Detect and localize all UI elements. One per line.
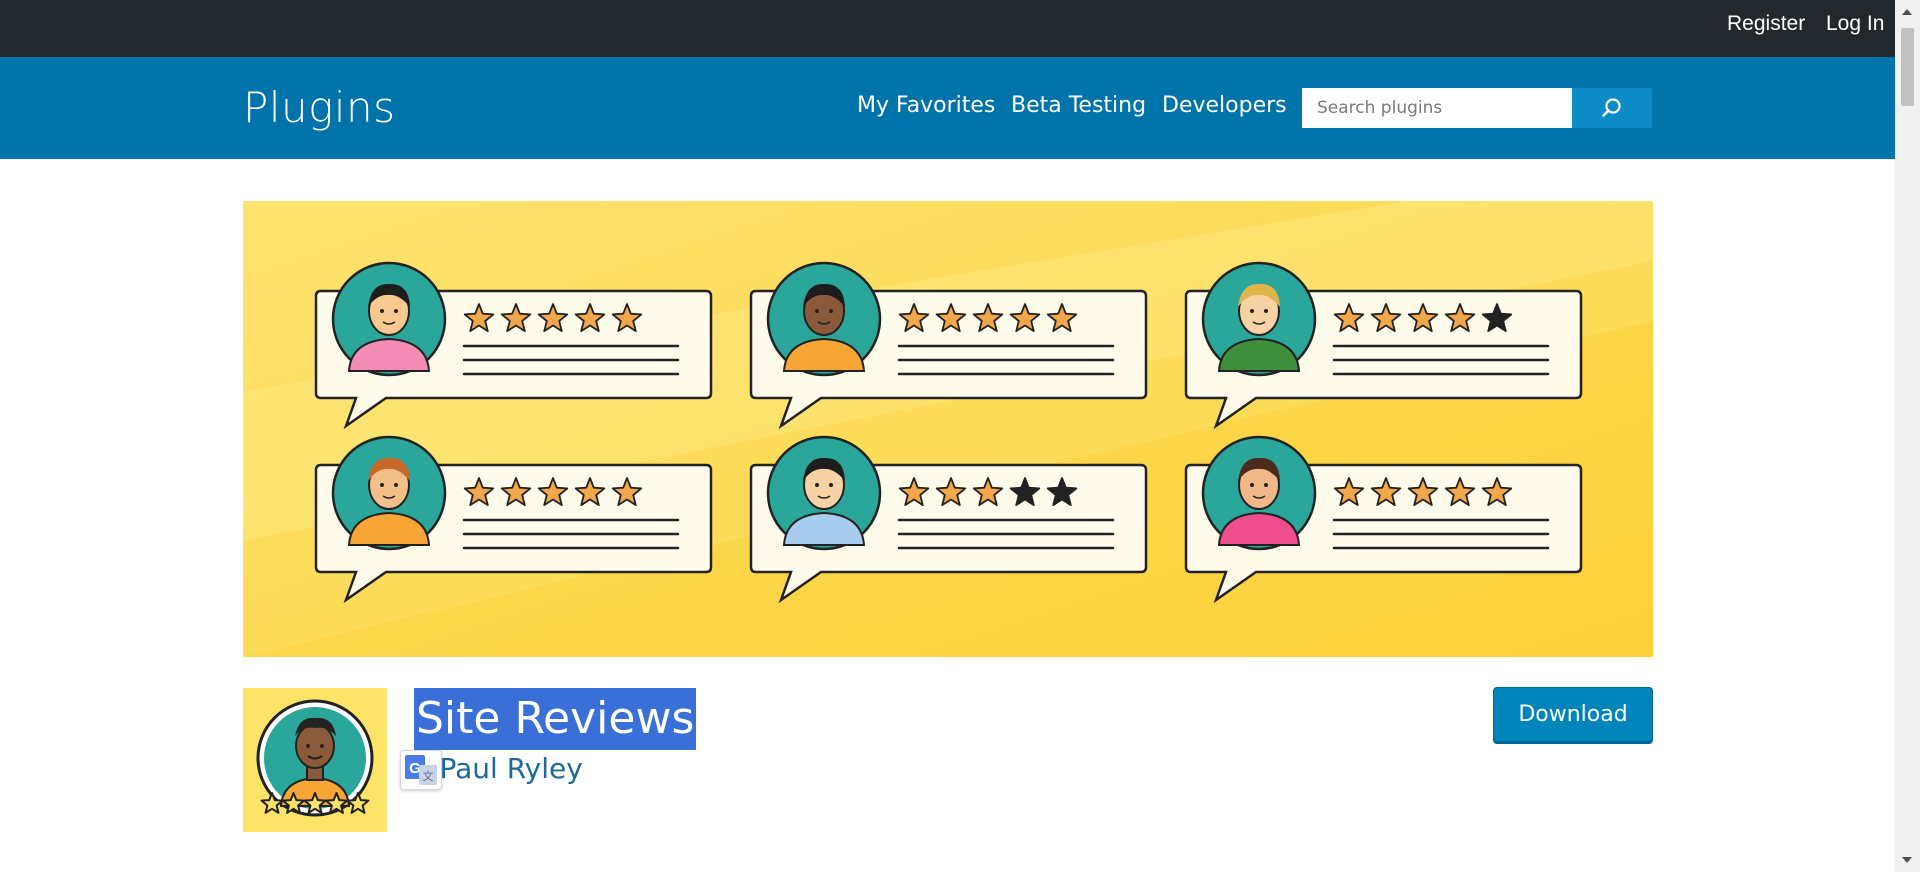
scroll-thumb[interactable]: [1901, 28, 1914, 106]
download-button[interactable]: Download: [1493, 687, 1653, 742]
scroll-up-arrow-icon[interactable]: [1902, 9, 1912, 15]
register-link[interactable]: Register: [1727, 12, 1805, 36]
plugin-banner: [243, 201, 1653, 657]
site-title[interactable]: Plugins: [243, 83, 396, 132]
plugin-title: Site Reviews: [416, 693, 695, 744]
search-input[interactable]: [1302, 88, 1572, 128]
top-admin-bar: Register Log In: [0, 0, 1895, 57]
search-icon: [1602, 98, 1621, 117]
scroll-down-arrow-icon[interactable]: [1902, 857, 1912, 863]
site-header: Plugins My Favorites Beta Testing Develo…: [0, 57, 1895, 159]
nav-developers[interactable]: Developers: [1162, 93, 1287, 118]
plugin-title-selection: Site Reviews: [414, 688, 697, 750]
page-scrollbar[interactable]: [1895, 0, 1920, 872]
login-link[interactable]: Log In: [1826, 12, 1884, 36]
plugin-icon: [243, 688, 387, 832]
google-translate-icon[interactable]: G 文: [400, 750, 442, 790]
translate-glyph-icon: G 文: [405, 755, 437, 785]
author-link[interactable]: Paul Ryley: [439, 752, 582, 785]
svg-text:文: 文: [423, 769, 434, 783]
nav-beta-testing[interactable]: Beta Testing: [1011, 93, 1146, 118]
plugin-avatar-icon: [243, 688, 387, 832]
search-button[interactable]: [1572, 88, 1652, 128]
banner-illustration: [243, 201, 1653, 657]
nav-my-favorites[interactable]: My Favorites: [857, 93, 995, 118]
